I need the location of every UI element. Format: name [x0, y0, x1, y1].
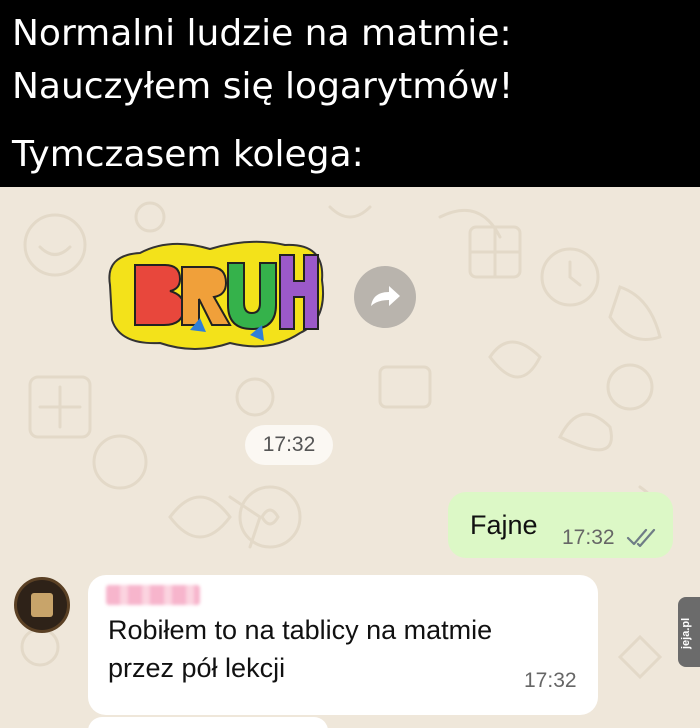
watermark-text: jeja.pl — [680, 617, 692, 649]
forward-arrow-icon — [371, 286, 400, 306]
outgoing-message-time: 17:32 — [562, 526, 615, 549]
caption-line-3: Tymczasem kolega: — [12, 134, 364, 175]
sender-name-redacted — [106, 585, 200, 605]
bruh-graffiti-sticker — [108, 240, 324, 350]
date-time-separator: 17:32 — [245, 425, 333, 465]
incoming-message-time: 17:32 — [524, 669, 577, 692]
avatar-image — [31, 593, 53, 617]
caption-line-2: Nauczyłem się logarytmów! — [12, 66, 514, 107]
incoming-message-line-1: Robiłem to na tablicy na matmie — [108, 615, 493, 645]
forward-button[interactable] — [354, 266, 416, 328]
outgoing-message-text: Fajne — [470, 510, 538, 540]
incoming-message-line-2: przez pół lekcji — [108, 653, 286, 683]
caption-line-1: Normalni ludzie na matmie: — [12, 13, 512, 54]
outgoing-message-bubble[interactable]: Fajne 17:32 — [448, 492, 673, 558]
sender-avatar[interactable] — [14, 577, 70, 633]
meme-caption: Normalni ludzie na matmie: Nauczyłem się… — [0, 0, 700, 187]
double-check-icon — [626, 528, 656, 548]
next-message-bubble-partial[interactable] — [88, 717, 328, 728]
incoming-message-bubble[interactable]: Robiłem to na tablicy na matmie przez pó… — [88, 575, 598, 715]
chat-area: 17:32 Fajne 17:32 Robiłem to na tablicy … — [0, 187, 700, 728]
site-watermark: jeja.pl — [678, 597, 700, 667]
